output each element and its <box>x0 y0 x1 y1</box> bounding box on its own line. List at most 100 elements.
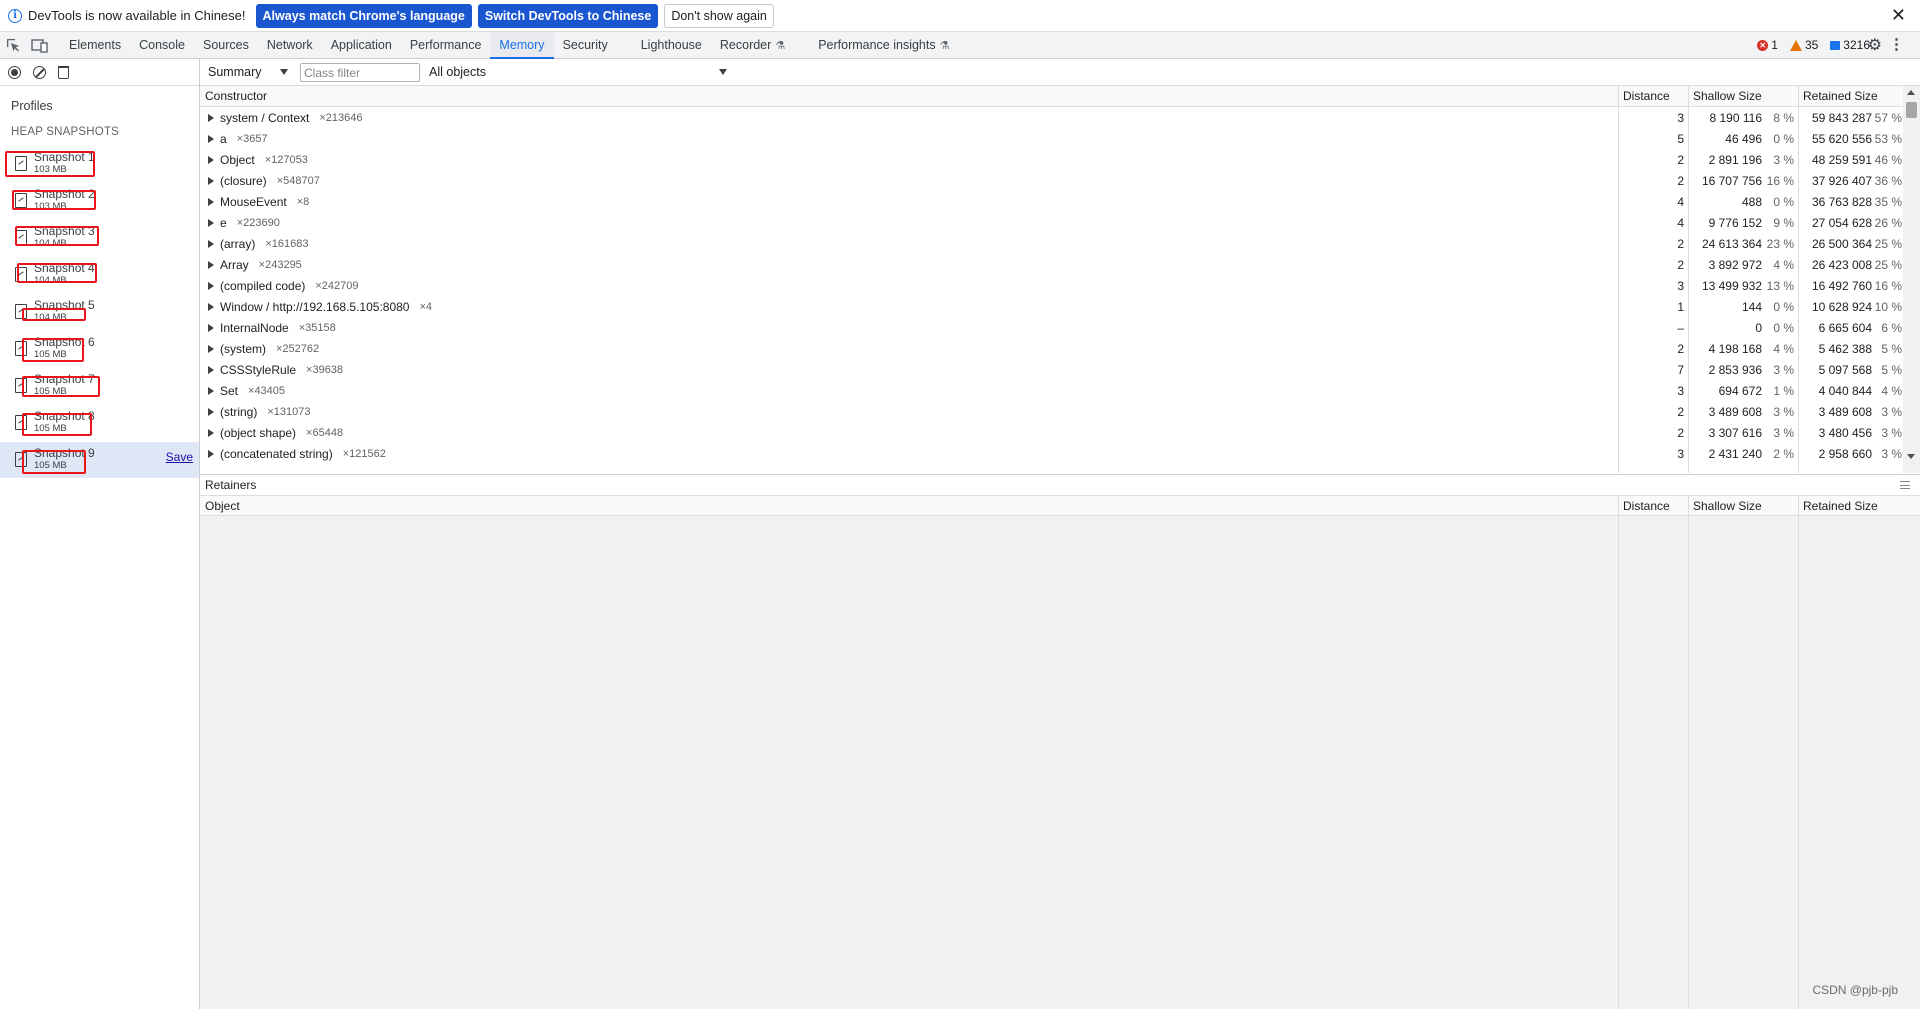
tab-lighthouse[interactable]: Lighthouse <box>632 32 711 58</box>
table-row[interactable]: InternalNode ×35158 – 0 0 % 6 665 604 6 % <box>200 317 1902 338</box>
snapshot-item-9[interactable]: Snapshot 9 105 MB Save <box>0 442 199 478</box>
issue-counters[interactable]: ✕ 1 35 3216 <box>1757 32 1870 58</box>
snapshot-item-3[interactable]: Snapshot 3 104 MB <box>0 220 199 256</box>
table-row[interactable]: Array ×243295 2 3 892 972 4 % 26 423 008 25 % <box>200 254 1902 275</box>
snapshot-icon <box>15 193 27 208</box>
error-counter[interactable]: ✕ 1 <box>1757 38 1778 52</box>
save-snapshot-link[interactable]: Save <box>166 450 193 464</box>
table-row[interactable]: a ×3657 5 46 496 0 % 55 620 556 53 % <box>200 128 1902 149</box>
shallow-size-percent: 0 % <box>1773 194 1794 209</box>
snapshot-item-2[interactable]: Snapshot 2 103 MB <box>0 183 199 219</box>
tab-performance[interactable]: Performance <box>401 32 491 58</box>
take-snapshot-record-icon[interactable] <box>8 65 21 79</box>
warning-counter[interactable]: 35 <box>1789 38 1818 52</box>
shallow-size-value: 3 489 608 <box>1708 404 1762 419</box>
scroll-up-icon[interactable] <box>1907 90 1915 95</box>
constructor-name: a <box>220 131 227 146</box>
snapshot-item-6[interactable]: Snapshot 6 105 MB <box>0 331 199 367</box>
table-row[interactable]: Set ×43405 3 694 672 1 % 4 040 844 4 % <box>200 380 1902 401</box>
snapshot-item-4[interactable]: Snapshot 4 104 MB <box>0 257 199 293</box>
switch-to-chinese-button[interactable]: Switch DevTools to Chinese <box>477 3 659 28</box>
expand-triangle-icon[interactable] <box>208 344 214 353</box>
tab-application[interactable]: Application <box>322 32 401 58</box>
tab-performance-insights[interactable]: Performance insights ⚗ <box>809 32 958 58</box>
expand-triangle-icon[interactable] <box>208 407 214 416</box>
tab-network[interactable]: Network <box>258 32 322 58</box>
table-row[interactable]: (concatenated string) ×121562 3 2 431 240 2 … <box>200 443 1902 464</box>
table-row[interactable]: CSSStyleRule ×39638 7 2 853 936 3 % 5 097 568… <box>200 359 1902 380</box>
expand-triangle-icon[interactable] <box>208 113 214 122</box>
always-match-language-button[interactable]: Always match Chrome's language <box>255 3 472 28</box>
table-row[interactable]: (system) ×252762 2 4 198 168 4 % 5 462 388 5 % <box>200 338 1902 359</box>
constructor-cell: system / Context ×213646 <box>208 107 1608 128</box>
tab-memory[interactable]: Memory <box>490 32 554 59</box>
table-row[interactable]: MouseEvent ×8 4 488 0 % 36 763 828 35 % <box>200 191 1902 212</box>
collect-garbage-trash-icon[interactable] <box>58 65 69 79</box>
grid-scrollbar[interactable] <box>1903 86 1920 473</box>
expand-triangle-icon[interactable] <box>208 239 214 248</box>
expand-triangle-icon[interactable] <box>208 428 214 437</box>
expand-triangle-icon[interactable] <box>208 449 214 458</box>
table-row[interactable]: Object ×127053 2 2 891 196 3 % 48 259 591 46 % <box>200 149 1902 170</box>
expand-triangle-icon[interactable] <box>208 302 214 311</box>
retained-size-value: 26 423 008 <box>1811 257 1872 272</box>
distance-value: 3 <box>1677 446 1684 461</box>
class-filter-input[interactable] <box>300 63 420 82</box>
table-row[interactable]: (compiled code) ×242709 3 13 499 932 13 % 16 … <box>200 275 1902 296</box>
table-row[interactable]: (closure) ×548707 2 16 707 756 16 % 37 926 40… <box>200 170 1902 191</box>
more-options-icon[interactable]: ⋮ <box>1889 35 1904 53</box>
shallow-size-value: 2 891 196 <box>1708 152 1762 167</box>
column-header-constructor[interactable]: Constructor <box>200 86 1618 107</box>
expand-triangle-icon[interactable] <box>208 197 214 206</box>
table-row[interactable]: e ×223690 4 9 776 152 9 % 27 054 628 26 % <box>200 212 1902 233</box>
tab-elements[interactable]: Elements <box>60 32 130 58</box>
column-header-shallow-size[interactable]: Shallow Size <box>1688 86 1798 107</box>
device-toolbar-icon[interactable] <box>26 32 52 58</box>
expand-triangle-icon[interactable] <box>208 281 214 290</box>
expand-triangle-icon[interactable] <box>208 323 214 332</box>
expand-triangle-icon[interactable] <box>208 386 214 395</box>
dont-show-again-button[interactable]: Don't show again <box>664 3 774 28</box>
clear-all-profiles-icon[interactable] <box>33 65 46 79</box>
snapshot-item-1[interactable]: Snapshot 1 103 MB <box>0 146 199 182</box>
expand-triangle-icon[interactable] <box>208 134 214 143</box>
table-row[interactable]: (object shape) ×65448 2 3 307 616 3 % 3 480 4… <box>200 422 1902 443</box>
settings-gear-icon[interactable]: ⚙ <box>1868 35 1882 55</box>
instance-count: ×121562 <box>342 447 386 460</box>
snapshot-item-7[interactable]: Snapshot 7 105 MB <box>0 368 199 404</box>
shallow-size-percent: 23 % <box>1766 236 1794 251</box>
expand-triangle-icon[interactable] <box>208 155 214 164</box>
message-counter[interactable]: 3216 <box>1830 38 1870 52</box>
column-divider <box>1688 496 1689 1009</box>
column-header-object[interactable]: Object <box>200 496 1618 516</box>
snapshot-item-8[interactable]: Snapshot 8 105 MB <box>0 405 199 441</box>
column-header-distance[interactable]: Distance <box>1618 496 1688 516</box>
scrollbar-thumb[interactable] <box>1906 102 1917 118</box>
tab-security[interactable]: Security <box>554 32 632 58</box>
close-icon[interactable]: ✕ <box>1891 5 1906 25</box>
expand-triangle-icon[interactable] <box>208 260 214 269</box>
expand-triangle-icon[interactable] <box>208 176 214 185</box>
expand-triangle-icon[interactable] <box>208 365 214 374</box>
expand-triangle-icon[interactable] <box>208 218 214 227</box>
retained-size-value: 10 628 924 <box>1811 299 1872 314</box>
tab-recorder[interactable]: Recorder ⚗ <box>711 32 809 58</box>
table-row[interactable]: system / Context ×213646 3 8 190 116 8 % 59 8… <box>200 107 1902 128</box>
scroll-down-icon[interactable] <box>1907 454 1915 459</box>
inspect-element-icon[interactable] <box>0 32 26 58</box>
column-header-retained-size[interactable]: Retained Size <box>1798 496 1920 516</box>
panel-menu-icon[interactable] <box>1900 481 1910 489</box>
tab-console[interactable]: Console <box>130 32 194 58</box>
objects-filter-selector[interactable]: All objects <box>429 65 729 79</box>
snapshot-item-5[interactable]: Snapshot 5 104 MB <box>0 294 199 330</box>
table-row[interactable]: (array) ×161683 2 24 613 364 23 % 26 500 364 2… <box>200 233 1902 254</box>
constructor-name: CSSStyleRule <box>220 362 297 377</box>
tab-sources[interactable]: Sources <box>194 32 258 58</box>
table-row[interactable]: Window / http://192.168.5.105:8080 ×4 1 144… <box>200 296 1902 317</box>
constructor-name: Object <box>220 152 255 167</box>
column-header-shallow-size[interactable]: Shallow Size <box>1688 496 1798 516</box>
view-selector[interactable]: Summary <box>208 65 290 79</box>
column-header-distance[interactable]: Distance <box>1618 86 1688 107</box>
table-row[interactable]: (string) ×131073 2 3 489 608 3 % 3 489 608 3 % <box>200 401 1902 422</box>
column-header-retained-size[interactable]: Retained Size <box>1798 86 1903 107</box>
